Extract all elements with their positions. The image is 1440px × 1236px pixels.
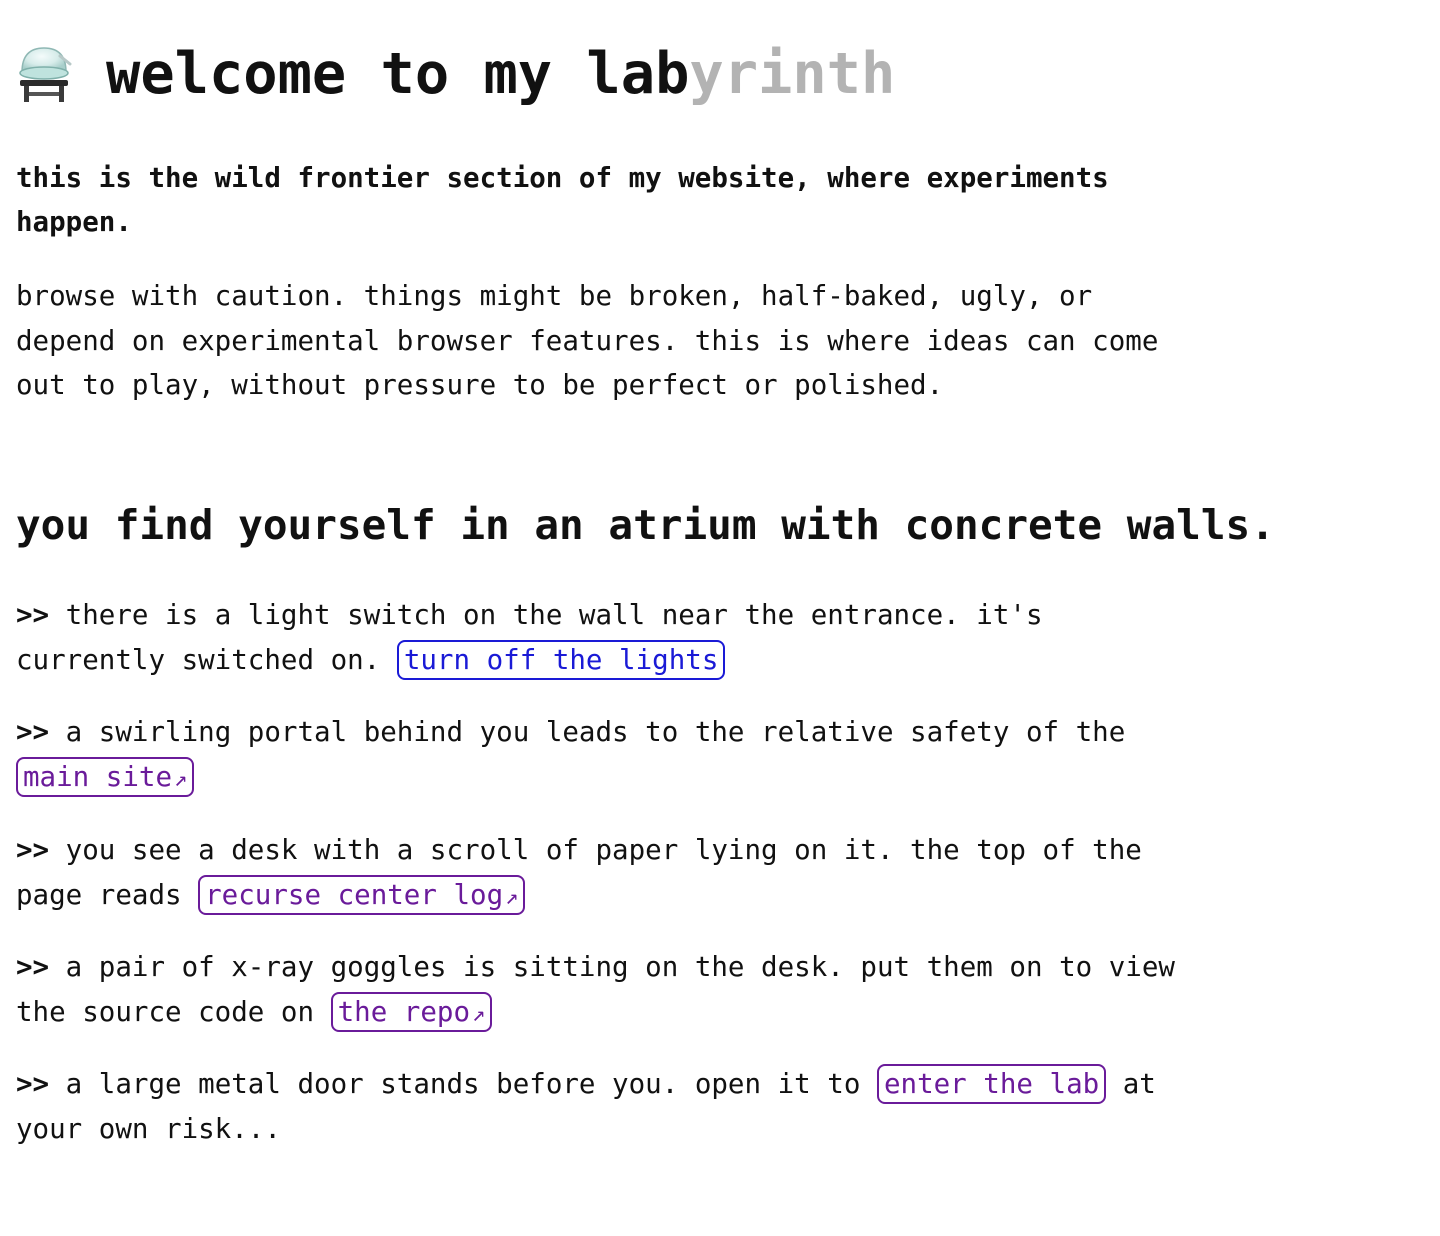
turn-off-lights-button[interactable]: turn off the lights	[396, 639, 726, 680]
list-item: >> there is a light switch on the wall n…	[16, 593, 1226, 682]
list-item: >> a large metal door stands before you.…	[16, 1062, 1226, 1151]
item-text: a large metal door stands before you. op…	[49, 1068, 877, 1100]
title-faded: yrinth	[689, 41, 896, 107]
alembic-icon	[19, 47, 72, 102]
link-label: enter the lab	[883, 1068, 1100, 1100]
repo-link[interactable]: the repo↗	[330, 991, 493, 1032]
list-item: >> you see a desk with a scroll of paper…	[16, 828, 1226, 917]
link-label: the repo	[337, 995, 471, 1028]
prompt-arrow: >>	[16, 834, 50, 866]
recurse-center-log-link[interactable]: recurse center log↗	[198, 874, 526, 915]
prompt-arrow: >>	[16, 951, 50, 983]
list-item: >> a swirling portal behind you leads to…	[16, 710, 1226, 799]
prompt-arrow: >>	[16, 716, 50, 748]
link-label: main site	[23, 760, 173, 793]
link-label: recurse center log	[205, 878, 504, 911]
main-site-link[interactable]: main site↗	[16, 756, 195, 797]
external-link-icon: ↗	[505, 884, 519, 910]
intro-bold-text: this is the wild frontier section of my …	[16, 162, 1109, 238]
list-item: >> a pair of x-ray goggles is sitting on…	[16, 945, 1226, 1034]
link-label: turn off the lights	[403, 643, 719, 676]
atrium-heading: you find yourself in an atrium with conc…	[16, 501, 1275, 549]
external-link-icon: ↗	[472, 1001, 486, 1027]
item-text: you see a desk with a scroll of paper ly…	[16, 834, 1142, 911]
enter-lab-link[interactable]: enter the lab	[876, 1064, 1107, 1104]
intro-body-text: browse with caution. things might be bro…	[16, 280, 1159, 401]
prompt-arrow: >>	[16, 599, 50, 631]
external-link-icon: ↗	[174, 766, 188, 792]
item-text: a swirling portal behind you leads to th…	[65, 716, 1126, 748]
page-title: welcome to my lab yrinth	[16, 34, 895, 114]
prompt-arrow: >>	[16, 1068, 50, 1100]
item-text: a pair of x-ray goggles is sitting on th…	[16, 951, 1175, 1028]
title-main: welcome to my lab	[106, 41, 690, 107]
